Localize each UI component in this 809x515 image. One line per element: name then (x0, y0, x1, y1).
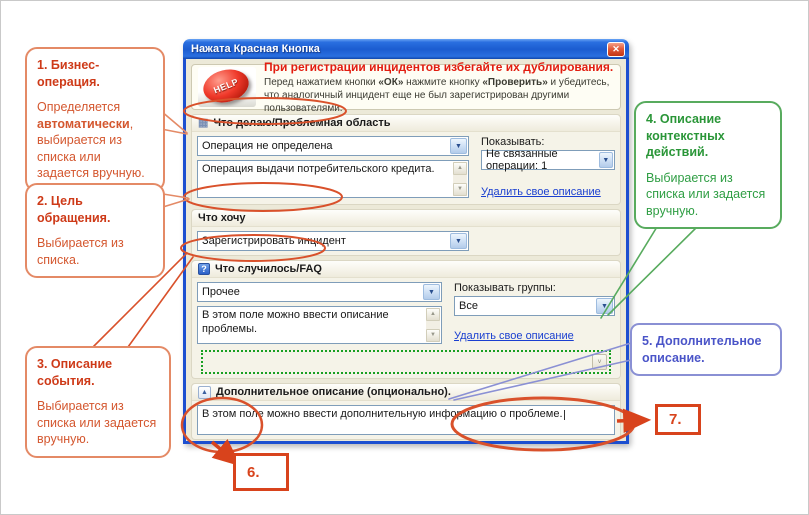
scrollbar[interactable]: ▲▼ (453, 162, 467, 196)
section-what-happened-header[interactable]: ? Что случилось/FAQ (192, 261, 620, 278)
event-combobox-value: Прочее (202, 286, 240, 298)
delete-own-description-link[interactable]: Удалить свое описание (481, 186, 601, 198)
help-button-label: HELP (212, 76, 240, 95)
section-what-want-title: Что хочу (198, 212, 246, 224)
operation-combobox[interactable]: Операция не определена ▼ (197, 136, 469, 156)
event-combobox[interactable]: Прочее ▼ (197, 282, 442, 302)
scroll-up-icon[interactable]: ▲ (426, 308, 440, 321)
grid-icon: ▦ (198, 118, 208, 129)
show-label: Показывать: (481, 136, 615, 148)
question-icon: ? (198, 263, 210, 275)
section-what-happened-body: Прочее ▼ В этом поле можно ввести описан… (192, 278, 620, 374)
show-filter-combobox-value: Не связанные операции: 1 (486, 148, 599, 172)
callout-3-title: 3. Описание события. (37, 356, 159, 389)
additional-description-text: В этом поле можно ввести дополнительную … (202, 408, 563, 420)
section-additional-body: В этом поле можно ввести дополнительную … (192, 401, 620, 435)
window-title: Нажата Красная Кнопка (191, 43, 607, 55)
callout-5-title: 5. Дополнительное описание. (642, 333, 770, 366)
callout-3-body: Выбирается из списка или задается вручну… (37, 398, 159, 448)
help-button-image: HELP (198, 67, 256, 107)
banner-text-block: При регистрации инцидентов избегайте их … (264, 60, 614, 115)
operation-combobox-value: Операция не определена (202, 140, 333, 152)
section-what-doing-title: Что делаю/Проблемная область (213, 117, 390, 129)
annotated-screenshot-canvas: Нажата Красная Кнопка ✕ HELP При регистр… (0, 0, 809, 515)
section-what-doing-header[interactable]: ▦ Что делаю/Проблемная область (192, 115, 620, 132)
warning-banner: HELP При регистрации инцидентов избегайт… (191, 64, 621, 110)
operation-description-textarea[interactable]: Операция выдачи потребительского кредита… (197, 160, 469, 198)
dialog-window: Нажата Красная Кнопка ✕ HELP При регистр… (183, 39, 629, 444)
chevron-down-icon[interactable]: ▼ (596, 298, 613, 314)
banner-check-keyword: «Проверить» (482, 77, 547, 88)
chevron-down-icon[interactable]: ▼ (599, 152, 613, 168)
section-what-doing: ▦ Что делаю/Проблемная область Операция … (191, 114, 621, 205)
scroll-up-icon[interactable]: ▲ (453, 162, 467, 175)
problem-description-textarea[interactable]: В этом поле можно ввести описание пробле… (197, 306, 442, 344)
banner-ok-keyword: «ОК» (378, 77, 403, 88)
section-what-happened: ? Что случилось/FAQ Прочее ▼ В этом поле… (191, 260, 621, 379)
step-marker-7-label: 7. (669, 411, 682, 428)
groups-combobox[interactable]: Все ▼ (454, 296, 615, 316)
callout-4-title: 4. Описание контекстных действий. (646, 111, 770, 161)
section-what-want-body: Зарегистрировать инцидент ▼ (192, 227, 620, 251)
groups-combobox-value: Все (459, 300, 478, 312)
callout-2-title: 2. Цель обращения. (37, 193, 153, 226)
delete-own-description-link[interactable]: Удалить свое описание (454, 330, 574, 342)
banner-line1-mid: нажмите кнопку (403, 77, 482, 88)
goal-combobox-value: Зарегистрировать инцидент (202, 235, 346, 247)
callout-2-body: Выбирается из списка. (37, 235, 153, 268)
callout-1-title: 1. Бизнес-операция. (37, 57, 153, 90)
chevron-down-icon[interactable]: ▼ (423, 284, 440, 300)
callout-additional-description: 5. Дополнительное описание. (630, 323, 782, 376)
chevron-down-icon[interactable]: ▼ (450, 233, 467, 249)
section-additional-header[interactable]: ▲ Дополнительное описание (опционально). (192, 384, 620, 401)
callout-1-body: Определяется автоматически, выбирается и… (37, 99, 153, 182)
text-caret (564, 410, 565, 420)
banner-body: Перед нажатием кнопки «ОК» нажмите кнопк… (264, 76, 614, 115)
section-what-happened-title: Что случилось/FAQ (215, 263, 322, 275)
chevron-down-icon[interactable]: ˅ (592, 354, 607, 370)
red-help-button-icon: HELP (200, 67, 252, 107)
callout-event-description: 3. Описание события. Выбирается из списк… (25, 346, 171, 458)
section-what-want: Что хочу Зарегистрировать инцидент ▼ (191, 209, 621, 256)
close-icon: ✕ (612, 45, 620, 54)
dialog-client-area: HELP При регистрации инцидентов избегайт… (183, 59, 629, 444)
callout-4-body: Выбирается из списка или задается вручну… (646, 170, 770, 220)
section-what-want-header[interactable]: Что хочу (192, 210, 620, 227)
banner-headline: При регистрации инцидентов избегайте их … (264, 60, 614, 74)
goal-combobox[interactable]: Зарегистрировать инцидент ▼ (197, 231, 469, 251)
additional-description-textarea[interactable]: В этом поле можно ввести дополнительную … (197, 405, 615, 435)
step-marker-6-label: 6. (247, 464, 260, 481)
step-marker-6: 6. (233, 453, 289, 491)
banner-line1-post: и убедитесь, (548, 77, 610, 88)
section-additional-description: ▲ Дополнительное описание (опционально).… (191, 383, 621, 440)
close-button[interactable]: ✕ (607, 42, 625, 57)
show-filter-combobox[interactable]: Не связанные операции: 1 ▼ (481, 150, 615, 170)
operation-description-text: Операция выдачи потребительского кредита… (202, 163, 435, 175)
collapse-icon[interactable]: ▲ (198, 386, 211, 399)
scrollbar[interactable]: ▲▼ (426, 308, 440, 342)
step-marker-7: 7. (655, 404, 701, 435)
problem-description-text: В этом поле можно ввести описание пробле… (202, 309, 389, 335)
scroll-down-icon[interactable]: ▼ (426, 329, 440, 342)
callout-business-operation: 1. Бизнес-операция. Определяется автомат… (25, 47, 165, 192)
callout-contextual-actions: 4. Описание контекстных действий. Выбира… (634, 101, 782, 229)
section-additional-title: Дополнительное описание (опционально). (216, 386, 451, 398)
section-what-doing-body: Операция не определена ▼ Операция выдачи… (192, 132, 620, 200)
chevron-down-icon[interactable]: ▼ (450, 138, 467, 154)
show-groups-label: Показывать группы: (454, 282, 615, 294)
dialog-titlebar[interactable]: Нажата Красная Кнопка ✕ (183, 39, 629, 59)
banner-line1-pre: Перед нажатием кнопки (264, 77, 378, 88)
scroll-down-icon[interactable]: ▼ (453, 183, 467, 196)
contextual-actions-area[interactable]: ˅ (201, 350, 611, 374)
callout-request-goal: 2. Цель обращения. Выбирается из списка. (25, 183, 165, 278)
banner-line2: что аналогичный инцидент еще не был заре… (264, 90, 569, 114)
